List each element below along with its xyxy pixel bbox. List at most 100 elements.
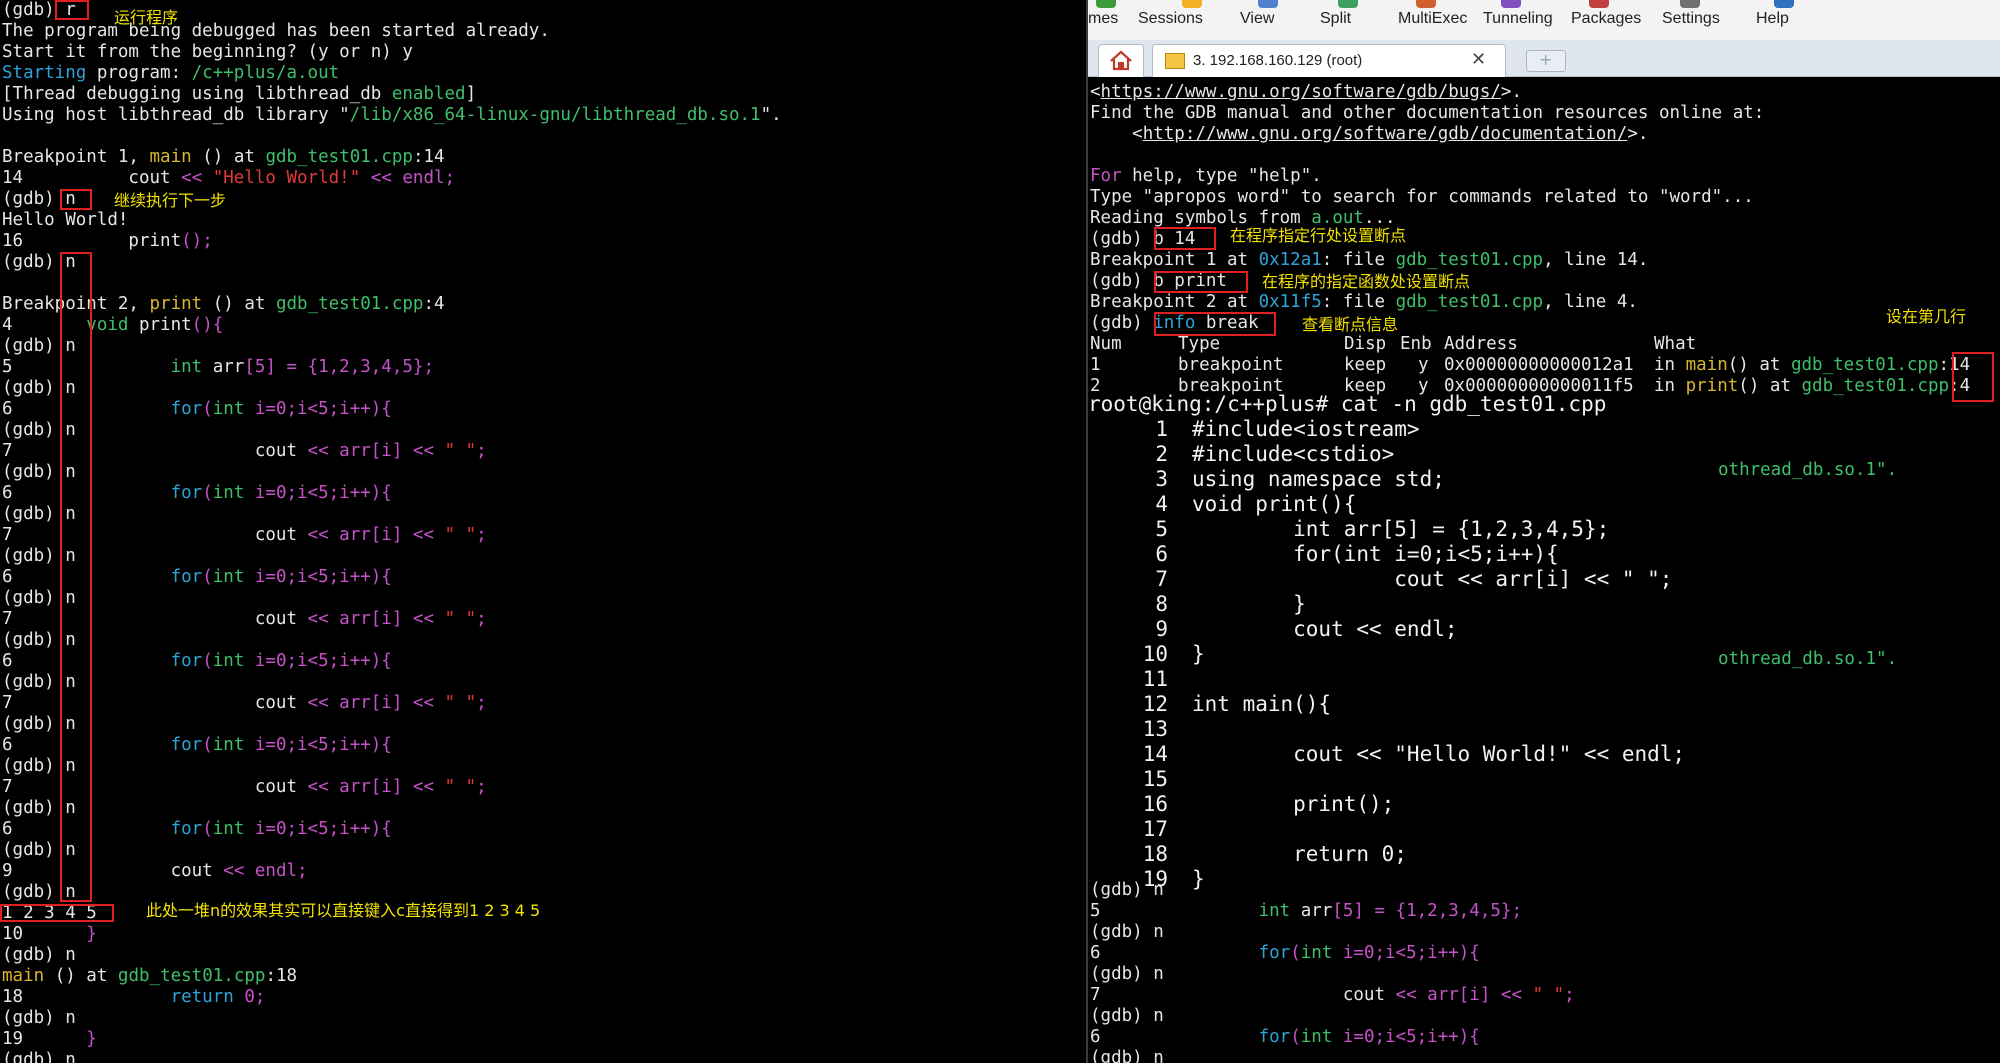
breakpoint-what-segment: in bbox=[1654, 376, 1686, 396]
source-line-code: #include<iostream> bbox=[1192, 417, 1420, 441]
terminal-line: 19 } bbox=[2, 1029, 97, 1050]
terminal-text-segment: " " bbox=[444, 777, 477, 797]
breakpoint-what-segment: gdb_test01.cpp bbox=[1801, 376, 1950, 396]
terminal-text-segment: ( bbox=[202, 819, 213, 839]
right-terminal-pane[interactable]: mes Sessions View Split MultiExec Tunneling Pa… bbox=[1088, 0, 2000, 1063]
terminal-text-segment: } bbox=[86, 924, 97, 944]
terminal-text-segment: Start it from the beginning? (y or n) y bbox=[2, 42, 413, 62]
home-tab[interactable] bbox=[1098, 44, 1144, 77]
terminal-text-segment: (gdb) n bbox=[1090, 880, 1164, 900]
terminal-text-segment: 7 cout bbox=[2, 441, 308, 461]
terminal-text-segment: ; bbox=[1564, 985, 1575, 1005]
hidden-fragment-text: othread_db.so.1". bbox=[1718, 649, 1898, 669]
annotation-next: 继续执行下一步 bbox=[114, 191, 227, 210]
terminal-text-segment: for bbox=[170, 567, 203, 587]
terminal-line: 10 } bbox=[2, 924, 97, 945]
breakpoint-table-header-type: Type bbox=[1178, 334, 1221, 354]
source-line: 15 bbox=[1088, 767, 1716, 792]
source-line-code: int main(){ bbox=[1192, 692, 1332, 716]
terminal-text-segment: (); bbox=[181, 231, 213, 251]
terminal-text-segment: [5] bbox=[1332, 901, 1364, 921]
toolbar-settings-button[interactable]: Settings bbox=[1662, 10, 1720, 28]
breakpoint-table-header-address: Address bbox=[1444, 334, 1518, 354]
toolbar-split-button[interactable]: Split bbox=[1320, 10, 1351, 28]
terminal-text-segment: [Thread debugging using libthread_db bbox=[2, 84, 392, 104]
toolbar-tunneling-button[interactable]: Tunneling bbox=[1483, 10, 1553, 28]
source-line-code: } bbox=[1192, 592, 1306, 616]
toolbar-icon bbox=[1096, 0, 1116, 8]
terminal-text-segment: The program being debugged has been star… bbox=[2, 21, 550, 41]
terminal-text-segment: (gdb) n bbox=[1090, 1006, 1164, 1026]
source-line: 14 cout << "Hello World!" << endl; bbox=[1088, 742, 1716, 767]
terminal-text-segment: ( bbox=[202, 483, 213, 503]
terminal-text-segment: = {1,2,3,4,5}; bbox=[275, 357, 434, 377]
breakpoint-row-disp: keep bbox=[1344, 376, 1387, 396]
source-line: 3 using namespace std; bbox=[1088, 467, 1716, 492]
source-line: 4 void print(){ bbox=[1088, 492, 1716, 517]
source-line-code: int arr[5] = {1,2,3,4,5}; bbox=[1192, 517, 1610, 541]
terminal-text-segment: gdb_test01.cpp bbox=[117, 966, 266, 986]
terminal-line: Using host libthread_db library "/lib/x8… bbox=[2, 105, 782, 126]
terminal-text-segment: for bbox=[170, 819, 203, 839]
terminal-text-segment: 7 cout bbox=[2, 609, 308, 629]
toolbar-multiexec-button[interactable]: MultiExec bbox=[1398, 10, 1467, 28]
terminal-text-segment: (gdb) n bbox=[1090, 1048, 1164, 1063]
terminal-text-segment: return bbox=[170, 987, 234, 1007]
breakpoint-row-what: in main() at gdb_test01.cpp:14 bbox=[1654, 355, 1970, 376]
toolbar-view-button[interactable]: View bbox=[1240, 10, 1274, 28]
terminal-text-segment: ; bbox=[476, 441, 487, 461]
terminal-line: (gdb) n bbox=[2, 945, 76, 966]
terminal-text-segment: help, type "help". bbox=[1121, 166, 1322, 186]
close-icon[interactable]: ✕ bbox=[1471, 49, 1486, 70]
source-line-number: 7 bbox=[1155, 567, 1168, 591]
terminal-text-segment: ( bbox=[202, 651, 213, 671]
toolbar-help-button[interactable]: Help bbox=[1756, 10, 1789, 28]
terminal-text-segment: https://www.gnu.org/software/gdb/bugs/ bbox=[1100, 82, 1501, 102]
hidden-fragment-text: othread_db.so.1". bbox=[1718, 460, 1898, 480]
terminal-line: (gdb) n bbox=[1090, 922, 1164, 943]
terminal-line: (gdb) n bbox=[1090, 880, 1164, 901]
terminal-text-segment: for bbox=[170, 399, 203, 419]
breakpoint-row-disp: keep bbox=[1344, 355, 1387, 375]
source-line-number: 1 bbox=[1155, 417, 1168, 441]
source-line: 6 for(int i=0;i<5;i++){ bbox=[1088, 542, 1716, 567]
annotation-b14: 在程序指定行处设置断点 bbox=[1230, 226, 1407, 245]
terminal-text-segment: Breakpoint 1 at bbox=[1090, 250, 1259, 270]
terminal-text-segment: print bbox=[128, 315, 192, 335]
toolbar-sessions-button[interactable]: Sessions bbox=[1138, 10, 1203, 28]
terminal-text-segment: 0; bbox=[233, 987, 266, 1007]
breakpoint-row-num: 2 bbox=[1090, 376, 1101, 396]
terminal-line: Type "apropos word" to search for comman… bbox=[1090, 187, 1754, 208]
terminal-text-segment: ; bbox=[476, 777, 487, 797]
breakpoint-row-enb: y bbox=[1418, 355, 1429, 375]
breakpoint-row-enb: y bbox=[1418, 376, 1429, 396]
terminal-text-segment: int bbox=[170, 357, 203, 377]
source-line-number: 2 bbox=[1155, 442, 1168, 466]
terminal-text-segment: (gdb) n bbox=[1090, 964, 1164, 984]
source-line-number: 15 bbox=[1142, 767, 1168, 791]
highlight-next-command bbox=[60, 189, 92, 210]
terminal-text-segment: i=0;i<5;i++){ bbox=[1332, 1027, 1480, 1047]
terminal-text-segment: ( bbox=[202, 567, 213, 587]
terminal-text-segment: << arr[i] << bbox=[307, 441, 445, 461]
new-tab-button[interactable]: + bbox=[1526, 50, 1566, 72]
breakpoint-what-segment: print bbox=[1685, 376, 1739, 396]
terminal-line: Start it from the beginning? (y or n) y bbox=[2, 42, 413, 63]
terminal-text-segment: 7 cout bbox=[1090, 985, 1396, 1005]
terminal-text-segment: , line 14. bbox=[1543, 250, 1649, 270]
source-line-number: 10 bbox=[1142, 642, 1168, 666]
toolbar-icon bbox=[1774, 0, 1794, 8]
terminal-line: <https://www.gnu.org/software/gdb/bugs/>… bbox=[1090, 82, 1522, 103]
terminal-line: (gdb) n bbox=[1090, 1006, 1164, 1027]
left-terminal-pane[interactable]: (gdb) r The program being debugged has be… bbox=[0, 0, 1086, 1063]
session-tab-label: 3. 192.168.160.129 (root) bbox=[1193, 52, 1363, 69]
toolbar-mes-button[interactable]: mes bbox=[1088, 10, 1118, 28]
session-tab[interactable]: 3. 192.168.160.129 (root) ✕ bbox=[1152, 44, 1506, 77]
toolbar-packages-button[interactable]: Packages bbox=[1571, 10, 1641, 28]
terminal-text-segment: int bbox=[212, 651, 245, 671]
terminal-text-segment: Find the GDB manual and other documentat… bbox=[1090, 103, 1765, 123]
toolbar-icon bbox=[1680, 0, 1700, 8]
terminal-text-segment: , line 4. bbox=[1543, 292, 1638, 312]
toolbar-icon bbox=[1416, 0, 1436, 8]
terminal-text-segment: 6 bbox=[1090, 1027, 1259, 1047]
